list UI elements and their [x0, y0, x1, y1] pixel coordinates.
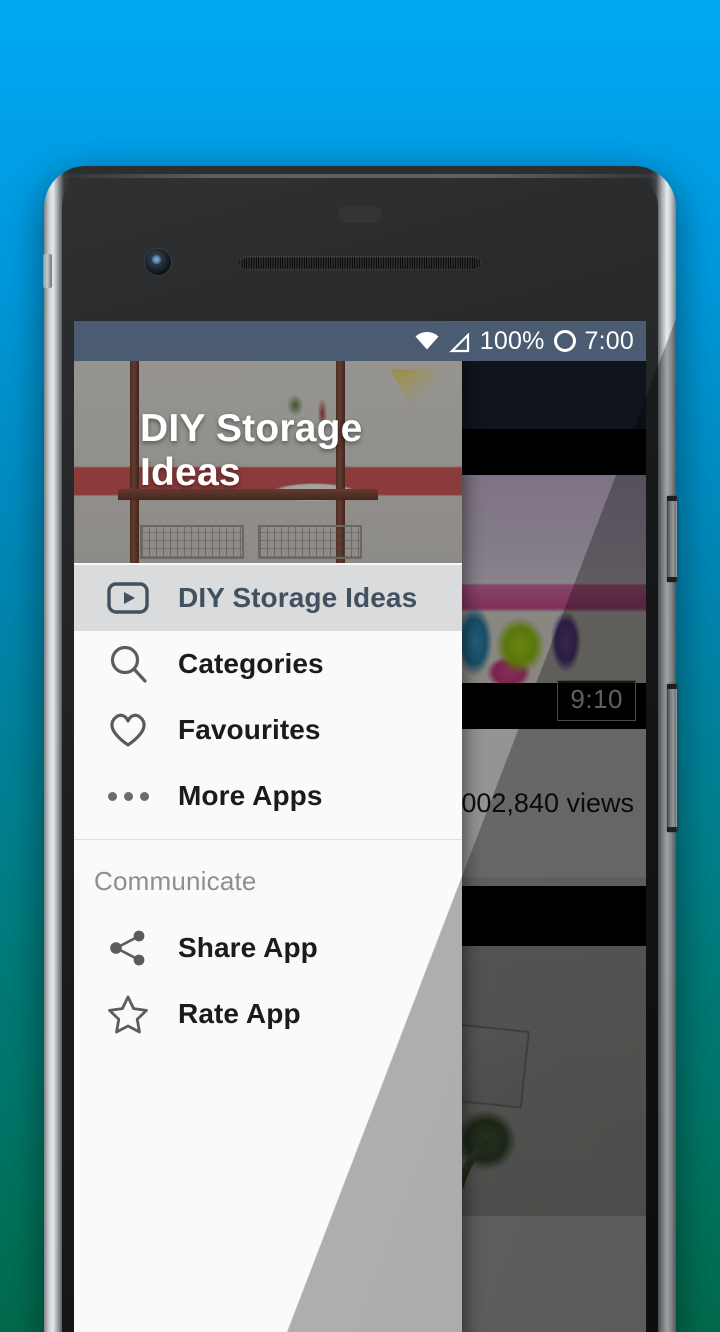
phone-top-rim: [64, 174, 656, 178]
battery-circle-icon: [553, 330, 576, 352]
front-camera-icon: [145, 249, 171, 275]
sidebar-item-more-apps[interactable]: More Apps: [74, 763, 462, 829]
navigation-drawer: DIY Storage Ideas DIY Storage Ideas Cate…: [74, 361, 462, 1332]
status-bar: 100% 7:00: [74, 321, 646, 361]
sidebar-item-diy-storage-ideas[interactable]: DIY Storage Ideas: [74, 565, 462, 631]
play-video-icon: [100, 582, 156, 614]
sidebar-item-label: Categories: [178, 648, 324, 679]
clock-label: 7:00: [584, 326, 634, 355]
sidebar-item-categories[interactable]: Categories: [74, 631, 462, 697]
signal-icon: [449, 331, 471, 353]
drawer-header: DIY Storage Ideas: [74, 361, 462, 563]
menu-section-label: Communicate: [94, 866, 257, 896]
sidebar-item-rate-app[interactable]: Rate App: [74, 981, 462, 1047]
left-side-button[interactable]: [43, 254, 52, 288]
sidebar-item-label: Favourites: [178, 714, 321, 745]
drawer-menu: DIY Storage Ideas Categories Favourites …: [74, 563, 462, 1332]
sidebar-item-label: DIY Storage Ideas: [178, 582, 418, 613]
sidebar-item-share-app[interactable]: Share App: [74, 915, 462, 981]
star-icon: [100, 994, 156, 1034]
search-icon: [100, 644, 156, 684]
proximity-sensor: [338, 206, 382, 223]
sidebar-item-favourites[interactable]: Favourites: [74, 697, 462, 763]
volume-rocker-button[interactable]: [667, 496, 677, 582]
sidebar-item-label: Share App: [178, 932, 318, 963]
earpiece-speaker: [239, 256, 481, 269]
more-dots-icon: [100, 791, 156, 801]
wifi-icon: [414, 331, 440, 351]
share-icon: [100, 928, 156, 968]
sidebar-item-label: More Apps: [178, 780, 323, 811]
sidebar-item-label: Rate App: [178, 998, 301, 1029]
phone-screen: 100% 7:00 ATION: [74, 321, 646, 1332]
battery-percent-label: 100%: [479, 326, 545, 355]
heart-icon: [100, 711, 156, 749]
phone-device: 100% 7:00 ATION: [43, 166, 677, 1332]
drawer-header-title: DIY Storage Ideas: [140, 407, 363, 494]
power-button[interactable]: [667, 684, 677, 832]
